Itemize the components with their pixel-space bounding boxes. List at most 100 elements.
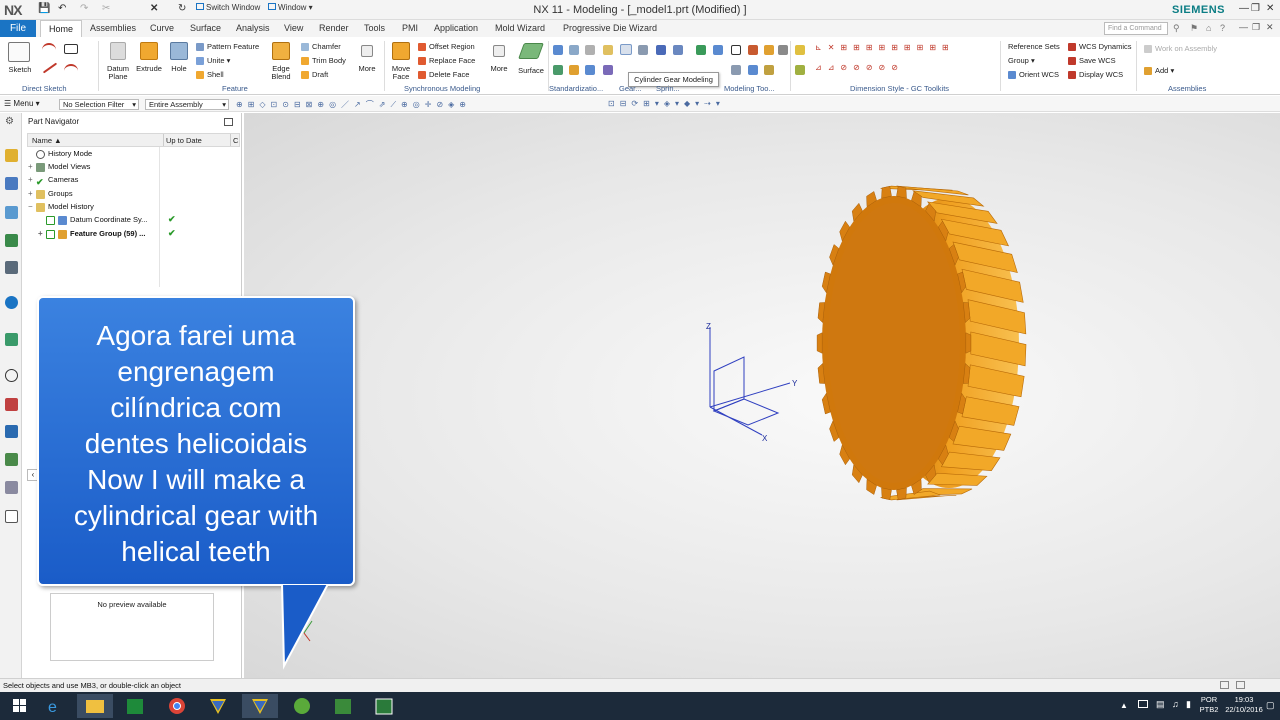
battery-icon[interactable]: ▮ [1186,699,1191,710]
ribbon-close-button[interactable]: ✕ [1266,22,1274,33]
shell-button[interactable]: Shell [196,70,224,80]
replace-face-button[interactable]: Replace Face [418,56,475,66]
modeling-tool-2-icon[interactable] [713,45,723,55]
roles-icon[interactable] [5,453,18,466]
extrude-icon[interactable] [140,42,158,60]
view-tools-toolbar[interactable]: ⊡⊟⟳⊞▾◈▾◆▾⇢▾ [608,99,725,108]
move-face-icon[interactable] [392,42,410,60]
utorrent-icon[interactable] [284,694,320,718]
dimension-tools-row-2[interactable]: ⊿⊿⊘⊘⊘⊘⊘ [815,63,904,72]
save-wcs-button[interactable]: Save WCS [1068,56,1116,66]
rectangle-icon[interactable] [64,44,78,54]
volume-icon[interactable]: ♫ [1172,699,1179,709]
column-uptodate-header[interactable]: Up to Date [166,136,202,145]
chamfer-button[interactable]: Chamfer [301,42,341,52]
file-explorer-icon[interactable] [77,694,113,718]
cylinder-gear-modeling-icon[interactable] [620,44,632,55]
tree-item-cameras[interactable]: + ✔ Cameras [28,173,240,187]
search-icon[interactable]: ⚲ [1173,23,1180,34]
gc-tool-8-icon[interactable] [673,45,683,55]
more-sync-icon[interactable] [493,45,505,57]
tab-pmi[interactable]: PMI [402,22,418,35]
dim-tool-2-icon[interactable] [795,65,805,75]
extrude-button[interactable]: Extrude [134,65,164,73]
tab-render[interactable]: Render [319,22,349,35]
nx-app-active-icon[interactable] [242,694,278,718]
input-language-indicator[interactable]: POR PTB2 [1198,695,1220,715]
history-palette-icon[interactable] [5,333,18,346]
tree-item-model-history[interactable]: − Model History [28,200,240,213]
unite-button[interactable]: Unite ▾ [196,56,230,66]
tab-view[interactable]: View [284,22,303,35]
more-feature-icon[interactable] [361,45,373,57]
hd3d-tools-icon[interactable] [5,261,18,274]
more-feature-button[interactable]: More [353,65,381,73]
wcs-triad[interactable] [709,327,791,436]
modeling-tool-9-icon[interactable] [764,65,774,75]
gc-tool-3-icon[interactable] [585,45,595,55]
restore-button[interactable]: ❐ [1251,3,1260,14]
gc-tool-12-icon[interactable] [603,65,613,75]
close-button[interactable]: ✕ [1266,3,1274,14]
surface-icon[interactable] [518,43,544,59]
edge-browser-icon[interactable]: e [38,694,74,718]
column-c-header[interactable]: C [233,136,238,145]
edge-blend-button[interactable]: Edge Blend [266,65,296,81]
add-component-button[interactable]: Add ▾ [1144,66,1174,76]
part-navigator-icon[interactable] [5,149,18,162]
assembly-navigator-icon[interactable] [5,177,18,190]
gc-tool-2-icon[interactable] [569,45,579,55]
help-icon[interactable]: ⚑ [1190,23,1198,34]
trim-body-button[interactable]: Trim Body [301,56,346,66]
camtasia-recorder-icon[interactable] [366,694,402,718]
datum-plane-button[interactable]: Datum Plane [100,65,136,81]
tab-application[interactable]: Application [434,22,478,35]
group-button[interactable]: Group ▾ [1008,56,1035,65]
tree-item-groups[interactable]: + Groups [28,187,240,200]
help-question-icon[interactable]: ? [1220,23,1225,33]
gc-tool-4-icon[interactable] [603,45,613,55]
arc2-icon[interactable] [64,64,78,74]
modeling-tool-3-icon[interactable] [731,45,741,55]
network-icon[interactable]: ▤ [1156,699,1165,710]
helical-gear-model[interactable] [816,185,1027,501]
menu-button[interactable]: ☰ Menu ▾ [4,99,40,108]
gc-tool-10-icon[interactable] [569,65,579,75]
tree-item-feature-group[interactable]: + Feature Group (59) ... ✔ [28,227,240,240]
reference-sets-button[interactable]: Reference Sets [1008,42,1060,51]
home-icon[interactable]: ⌂ [1206,23,1211,33]
modeling-tool-4-icon[interactable] [748,45,758,55]
store-icon[interactable] [117,694,153,718]
dim-tool-1-icon[interactable] [795,45,805,55]
line-icon[interactable] [42,62,58,74]
selection-filter-dropdown[interactable]: No Selection Filter ▾ [59,99,139,110]
hole-button[interactable]: Hole [166,65,192,73]
arc-icon[interactable] [42,43,56,53]
gc-tool-1-icon[interactable] [553,45,563,55]
system-materials-icon[interactable] [5,398,18,411]
work-on-assembly-button[interactable]: Work on Assembly [1144,44,1217,54]
modeling-tool-1-icon[interactable] [696,45,706,55]
clock[interactable]: 19:03 22/10/2016 [1224,695,1264,715]
edge-blend-icon[interactable] [272,42,290,60]
tray-device-icon[interactable] [1138,700,1148,708]
system-scenes-icon[interactable] [5,481,18,494]
start-button[interactable] [2,694,38,718]
selection-scope-dropdown[interactable]: Entire Assembly ▾ [145,99,229,110]
orient-wcs-button[interactable]: Orient WCS [1008,70,1059,80]
move-face-button[interactable]: Move Face [386,65,416,81]
web-browser-icon[interactable] [5,296,18,309]
sketch-icon[interactable] [8,42,30,62]
status-tool-icon[interactable] [1220,681,1229,689]
tab-tools[interactable]: Tools [364,22,385,35]
tab-analysis[interactable]: Analysis [236,22,270,35]
tab-file[interactable]: File [0,20,36,37]
tab-home[interactable]: Home [40,20,82,38]
process-studio-icon[interactable] [5,425,18,438]
tab-assemblies[interactable]: Assemblies [90,22,136,35]
display-wcs-button[interactable]: Display WCS [1068,70,1123,80]
modeling-tool-7-icon[interactable] [731,65,741,75]
tab-curve[interactable]: Curve [150,22,174,35]
modeling-tool-5-icon[interactable] [764,45,774,55]
tray-chevron-icon[interactable]: ▲ [1120,701,1128,710]
